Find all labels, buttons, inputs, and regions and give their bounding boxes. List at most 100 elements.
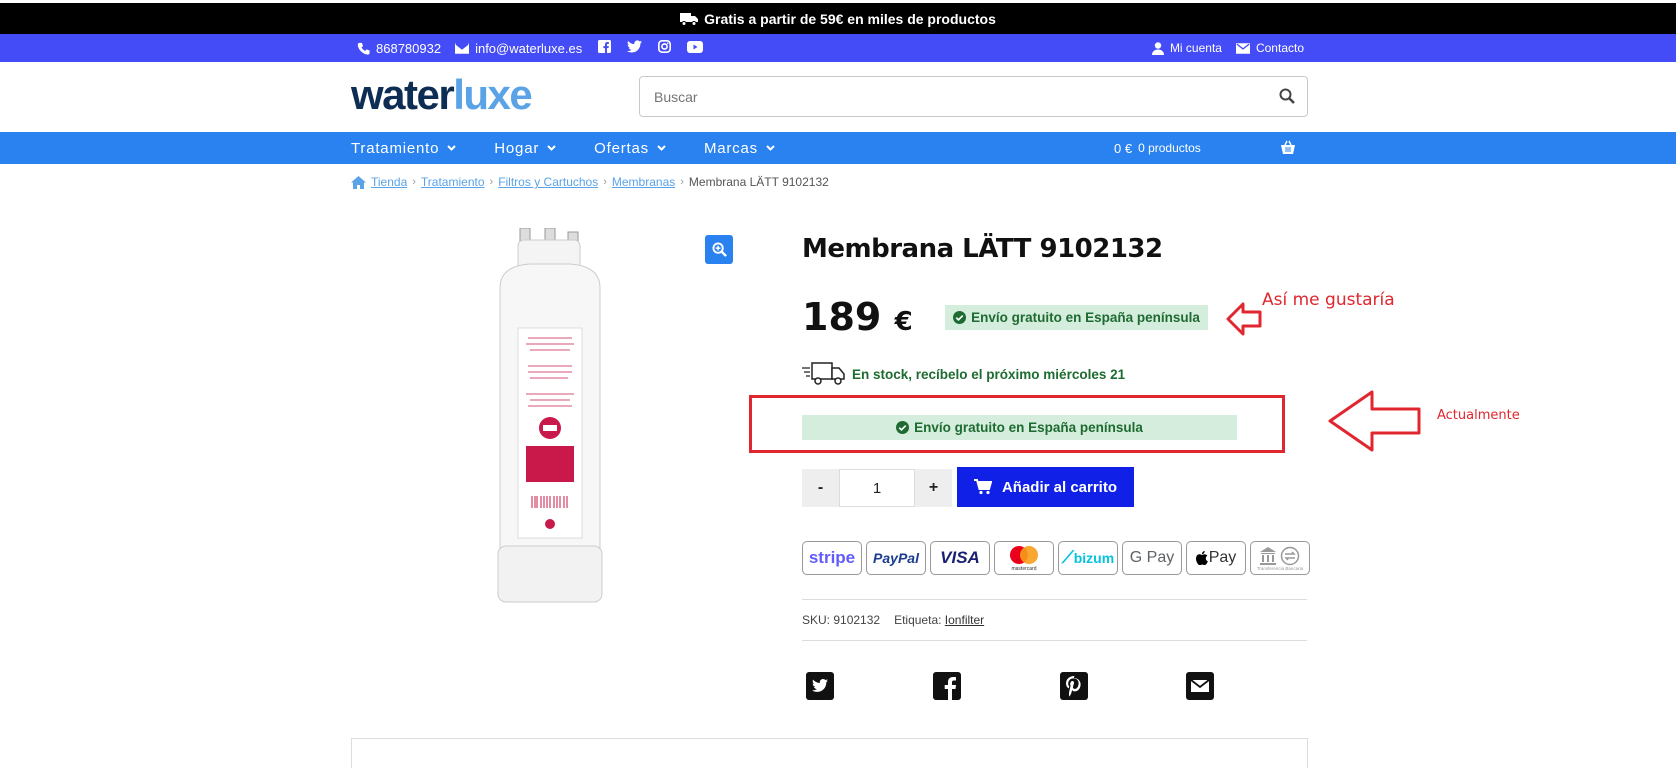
annotation-desired: Así me gustaría [1262,290,1395,310]
payment-applepay: Pay [1186,541,1246,575]
qty-input[interactable]: 1 [839,469,915,507]
sku-value: 9102132 [833,613,881,627]
payment-visa: VISA [930,541,990,575]
payment-stripe: stripe [802,541,862,575]
red-arrow-left-icon [1226,302,1262,336]
quantity-stepper: - 1 + [802,469,952,507]
cart-count: 0 productos [1138,141,1201,155]
price-value: 189 [802,295,882,339]
payment-label: bizum [1073,550,1115,566]
phone-icon [357,42,370,55]
nav-label: Ofertas [594,139,649,157]
payment-gpay: G Pay [1122,541,1182,575]
payment-label: stripe [808,548,856,567]
share-facebook[interactable] [933,672,961,700]
nav-item-ofertas[interactable]: Ofertas [594,140,666,157]
logo-part-1: water [351,71,455,118]
search-icon[interactable] [1279,88,1295,104]
email-address: info@waterluxe.es [475,40,583,56]
add-to-cart-label: Añadir al carrito [1001,478,1118,496]
payment-label: VISA [940,548,980,567]
email-link[interactable]: info@waterluxe.es [455,41,582,56]
payment-label: G Pay [1129,549,1175,566]
logo-part-2: luxe [453,71,533,118]
phone-link[interactable]: 868780932 [357,41,441,56]
nav-item-hogar[interactable]: Hogar [494,140,556,157]
breadcrumb-separator: › [412,176,416,188]
nav-item-marcas[interactable]: Marcas [704,140,775,157]
nav-item-tratamiento[interactable]: Tratamiento [351,140,456,157]
site-header: waterluxe [0,62,1676,132]
breadcrumb-link[interactable]: Filtros y Cartuchos [498,175,598,189]
promo-bar: Gratis a partir de 59€ en miles de produ… [0,3,1676,34]
breadcrumb-link[interactable]: Tienda [371,175,407,189]
product-image[interactable] [490,228,610,608]
search-input[interactable] [640,77,1240,116]
chevron-down-icon [447,145,456,151]
payment-label: Pay [1208,549,1237,566]
chevron-down-icon [547,145,556,151]
stock-status: En stock, recíbelo el próximo miércoles … [802,361,1125,387]
zoom-button[interactable] [705,235,733,264]
chevron-down-icon [766,145,775,151]
nav-label: Hogar [494,139,540,157]
breadcrumb-separator: › [489,176,494,188]
payment-label: PayPal [873,550,919,566]
truck-icon [680,12,699,26]
nav-label: Marcas [703,139,758,157]
instagram-icon[interactable] [658,40,672,56]
facebook-icon[interactable] [598,40,612,56]
sku: SKU: 9102132 [802,613,880,627]
bizum-mark: ⟋ [1061,548,1074,567]
nav-label: Tratamiento [351,139,440,157]
bank-transfer-icon [1260,546,1300,565]
breadcrumb-separator: › [603,176,607,188]
divider [802,640,1307,641]
home-icon [351,175,366,189]
share-pinterest[interactable] [1060,672,1088,700]
check-circle-icon [896,421,910,434]
tag-link[interactable]: Ionfilter [945,613,984,627]
contact-link[interactable]: Contacto [1235,41,1304,55]
share-twitter[interactable] [806,672,834,700]
promo-text: Gratis a partir de 59€ en miles de produ… [704,10,996,27]
qty-plus-button[interactable]: + [915,469,952,507]
product-meta: SKU: 9102132 Etiqueta: Ionfilter [802,613,984,627]
breadcrumb-current: Membrana LÄTT 9102132 [688,175,829,189]
account-link[interactable]: Mi cuenta [1151,41,1222,55]
free-shipping-badge-current: Envío gratuito en España península [802,415,1237,440]
price-currency: € [894,307,913,337]
sku-label: SKU: [802,613,831,627]
twitter-square-icon [806,672,834,700]
search-box [639,76,1308,117]
free-shipping-badge-desired: Envío gratuito en España península [945,305,1208,330]
main-nav: Tratamiento Hogar Ofertas Marcas 0 € 0 p… [0,132,1676,164]
qty-minus-button[interactable]: - [802,469,839,507]
product-title: Membrana LÄTT 9102132 [802,234,1163,264]
add-to-cart-button[interactable]: Añadir al carrito [957,467,1134,507]
payment-bizum: ⟋ bizum [1058,541,1118,575]
envelope-icon [455,42,470,54]
payment-paypal: PayPal [866,541,926,575]
payment-bank-transfer: Transferencia Bancaria [1250,541,1310,575]
account-label: Mi cuenta [1169,41,1222,55]
envelope-square-icon [1186,672,1214,700]
share-email[interactable] [1186,672,1214,700]
breadcrumb: Tienda › Tratamiento › Filtros y Cartuch… [351,175,829,189]
cart-summary[interactable]: 0 € 0 productos [1114,132,1201,164]
product-price: 189 € [802,295,913,339]
annotation-current: Actualmente [1437,408,1520,423]
youtube-icon[interactable] [687,40,704,56]
delivery-truck-icon [802,362,845,385]
check-circle-icon [953,311,967,324]
twitter-icon[interactable] [627,40,643,56]
shipping-text: Envío gratuito en España península [971,310,1200,325]
breadcrumb-link[interactable]: Membranas [612,175,675,189]
shipping-text: Envío gratuito en España península [914,420,1143,435]
basket-icon[interactable] [1280,140,1296,155]
divider [802,599,1307,600]
envelope-icon [1235,42,1250,54]
site-logo[interactable]: waterluxe [351,71,533,118]
mastercard-logo [1010,545,1038,564]
breadcrumb-link[interactable]: Tratamiento [421,175,485,189]
